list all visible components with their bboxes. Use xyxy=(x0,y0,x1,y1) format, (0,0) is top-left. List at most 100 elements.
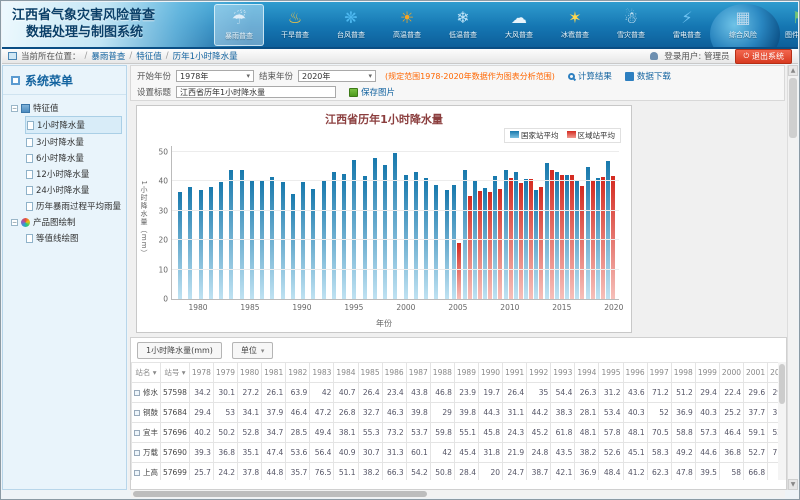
tree-item[interactable]: 12小时降水量 xyxy=(25,166,122,182)
nav-item-high-temp[interactable]: ☀高温普查 xyxy=(382,4,432,46)
table-row[interactable]: 铜鼓5768429.45334.137.946.447.226.832.746.… xyxy=(132,403,779,423)
table-row[interactable]: 修水5759834.230.127.226.163.94240.726.423.… xyxy=(132,383,779,403)
row-expand-icon[interactable] xyxy=(134,410,140,416)
table-scroll-area[interactable]: 站名 ▾站号 ▾19781979198019811982198319841985… xyxy=(131,362,778,480)
x-tick-label: 2010 xyxy=(500,303,519,312)
vertical-scrollbar[interactable]: ▲ ▼ xyxy=(787,65,798,490)
start-year-value: 1978年 xyxy=(180,71,208,82)
station-name-cell: 宜丰 xyxy=(132,423,161,443)
sidebar-title: 系统菜单 xyxy=(3,66,126,95)
col-header-year[interactable]: 1993 xyxy=(551,363,575,383)
tree-item[interactable]: 等值线绘图 xyxy=(25,230,122,246)
breadcrumb-item-3[interactable]: 历年1小时降水量 xyxy=(173,50,238,62)
value-cell: 31.1 xyxy=(503,403,527,423)
value-cell: 28.5 xyxy=(286,423,310,443)
unit-filter-button[interactable]: 单位 ▾ xyxy=(232,342,274,359)
breadcrumb-item-1[interactable]: 暴雨普查 xyxy=(91,50,125,62)
scrollbar-thumb[interactable] xyxy=(789,78,797,138)
horizontal-scrollbar[interactable] xyxy=(131,490,785,498)
col-header-station[interactable]: 站名 ▾ xyxy=(132,363,161,383)
tree-item[interactable]: 6小时降水量 xyxy=(25,150,122,166)
nav-item-map-review[interactable]: ⚑图件审核 xyxy=(774,4,798,46)
col-header-year[interactable]: 1981 xyxy=(262,363,286,383)
tree-parent-0[interactable]: −特征值 xyxy=(11,100,122,116)
nav-item-low-temp[interactable]: ❄低温普查 xyxy=(438,4,488,46)
col-header-year[interactable]: 1998 xyxy=(671,363,695,383)
tree-item[interactable]: 24小时降水量 xyxy=(25,182,122,198)
nav-item-rainstorm[interactable]: ☔暴雨普查 xyxy=(214,4,264,46)
value-cell: 48.1 xyxy=(575,423,599,443)
row-expand-icon[interactable] xyxy=(134,450,140,456)
nav-item-drought[interactable]: ♨干旱普查 xyxy=(270,4,320,46)
row-expand-icon[interactable] xyxy=(134,390,140,396)
logout-button[interactable]: ⏻ 退出系统 xyxy=(735,49,792,64)
col-header-year[interactable]: 1982 xyxy=(286,363,310,383)
col-header-year[interactable]: 1999 xyxy=(695,363,719,383)
row-expand-icon[interactable] xyxy=(134,430,140,436)
end-year-select[interactable]: 2020年 ▾ xyxy=(298,70,376,82)
col-header-year[interactable]: 1980 xyxy=(238,363,262,383)
tree-toggle-icon[interactable]: − xyxy=(11,105,18,112)
col-header-year[interactable]: 1992 xyxy=(527,363,551,383)
sidebar-title-text: 系统菜单 xyxy=(25,72,73,89)
bar-regional xyxy=(570,175,574,299)
hscrollbar-thumb[interactable] xyxy=(133,491,427,497)
col-header-year[interactable]: 1985 xyxy=(358,363,382,383)
data-download-button[interactable]: 数据下载 xyxy=(625,70,671,82)
value-cell: 66.3 xyxy=(382,463,406,481)
value-cell: 58.8 xyxy=(671,423,695,443)
save-image-button[interactable]: 保存图片 xyxy=(349,86,395,98)
table-vertical-scrollbar[interactable] xyxy=(778,362,786,480)
col-header-year[interactable]: 1984 xyxy=(334,363,358,383)
col-header-year[interactable]: 1989 xyxy=(454,363,478,383)
tree-toggle-icon[interactable]: − xyxy=(11,219,18,226)
col-header-year[interactable]: 1997 xyxy=(647,363,671,383)
table-row[interactable]: 上高5769925.724.237.844.835.776.551.138.26… xyxy=(132,463,779,481)
nav-item-lightning[interactable]: ⚡雷电普查 xyxy=(662,4,712,46)
document-icon xyxy=(26,170,33,179)
scroll-up-button[interactable]: ▲ xyxy=(788,65,798,76)
chart-panel: 江西省历年1小时降水量 国家站平均 区域站平均 0102030405019801… xyxy=(136,105,632,333)
tree-item[interactable]: 1小时降水量 xyxy=(25,116,122,134)
value-cell: 71.2 xyxy=(647,383,671,403)
col-header-year[interactable]: 1988 xyxy=(430,363,454,383)
nav-item-snow[interactable]: ☃雪灾普查 xyxy=(606,4,656,46)
col-header-year[interactable]: 1983 xyxy=(310,363,334,383)
col-header-year[interactable]: 1987 xyxy=(406,363,430,383)
bar-group-2001 xyxy=(411,146,421,299)
table-row[interactable]: 宜丰5769640.250.252.834.728.549.438.155.37… xyxy=(132,423,779,443)
tree-item[interactable]: 3小时降水量 xyxy=(25,134,122,150)
col-header-year[interactable]: 1995 xyxy=(599,363,623,383)
scroll-down-button[interactable]: ▼ xyxy=(788,479,798,490)
col-header-year[interactable]: 1990 xyxy=(478,363,502,383)
element-filter-button[interactable]: 1小时降水量(mm) xyxy=(137,342,222,359)
chart-title-input[interactable]: 江西省历年1小时降水量 xyxy=(176,86,336,98)
tree-parent-1[interactable]: −产品图绘制 xyxy=(11,214,122,230)
row-expand-icon[interactable] xyxy=(134,470,140,476)
col-header-year[interactable]: 1986 xyxy=(382,363,406,383)
col-header-year[interactable]: 2001 xyxy=(744,363,768,383)
nav-item-typhoon[interactable]: ❋台风普查 xyxy=(326,4,376,46)
col-header-year[interactable]: 2002 xyxy=(768,363,778,383)
col-header-year[interactable]: 1978 xyxy=(189,363,213,383)
nav-item-gale[interactable]: ☁大风普查 xyxy=(494,4,544,46)
col-header-year[interactable]: 1979 xyxy=(213,363,237,383)
col-header-id[interactable]: 站号 ▾ xyxy=(161,363,190,383)
calc-result-button[interactable]: 计算结果 xyxy=(568,70,612,82)
col-header-year[interactable]: 1991 xyxy=(503,363,527,383)
table-row[interactable]: 万载5769039.336.835.147.453.656.440.930.73… xyxy=(132,443,779,463)
col-header-year[interactable]: 1994 xyxy=(575,363,599,383)
value-cell: 45.2 xyxy=(527,423,551,443)
typhoon-icon: ❋ xyxy=(336,6,366,30)
grid-icon xyxy=(21,104,30,113)
value-cell: 21.9 xyxy=(503,443,527,463)
nav-item-hail[interactable]: ✶冰雹普查 xyxy=(550,4,600,46)
start-year-select[interactable]: 1978年 ▾ xyxy=(176,70,254,82)
legend-item-national: 国家站平均 xyxy=(510,130,559,141)
tree-item[interactable]: 历年暴雨过程平均雨量 xyxy=(25,198,122,214)
col-header-year[interactable]: 2000 xyxy=(719,363,743,383)
table-body: 修水5759834.230.127.226.163.94240.726.423.… xyxy=(132,383,779,481)
nav-item-composite-risk[interactable]: ▦综合风险 xyxy=(718,4,768,46)
col-header-year[interactable]: 1996 xyxy=(623,363,647,383)
breadcrumb-item-2[interactable]: 特征值 xyxy=(136,50,162,62)
